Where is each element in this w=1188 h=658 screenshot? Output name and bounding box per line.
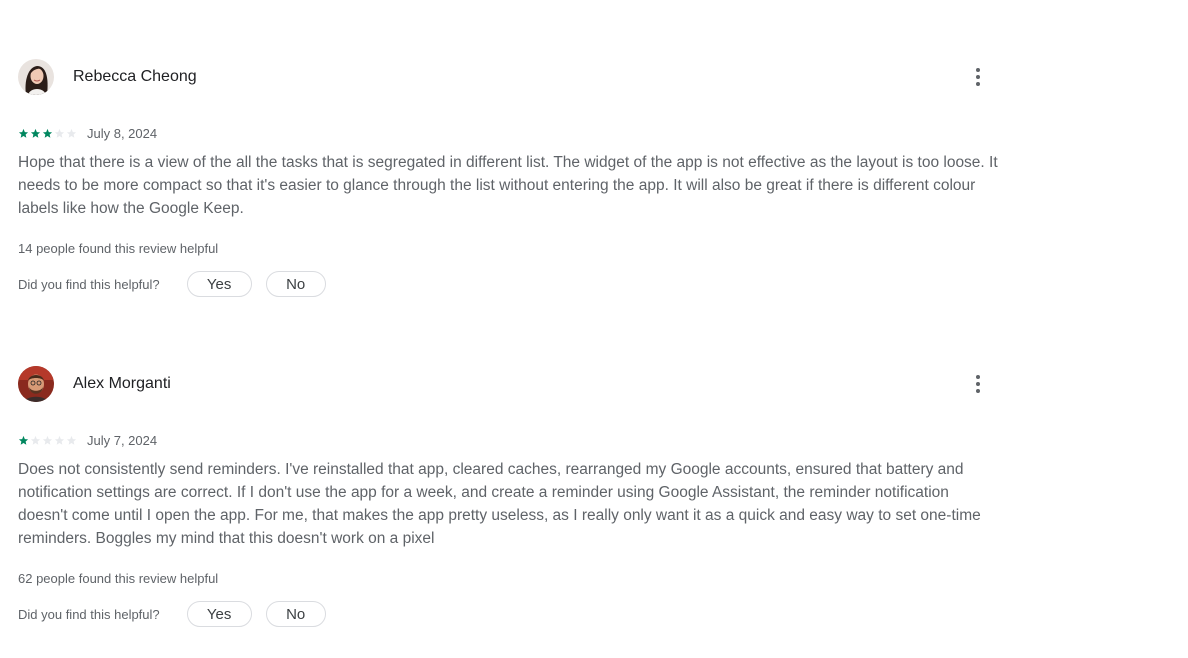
review-text: Hope that there is a view of the all the… [18, 154, 998, 217]
more-vert-icon [976, 68, 980, 86]
review-card: Rebecca Cheong July 8, 2024 Hope that th… [18, 58, 998, 298]
helpful-prompt: Did you find this helpful? [18, 276, 160, 292]
helpful-feedback: Did you find this helpful? Yes No [18, 270, 998, 298]
no-button[interactable]: No [265, 601, 326, 627]
star-empty-icon [54, 435, 65, 445]
star-rating [18, 128, 77, 139]
review-meta: July 8, 2024 [18, 125, 998, 141]
star-filled-icon [18, 128, 29, 138]
more-options-button[interactable] [968, 370, 988, 398]
more-options-button[interactable] [968, 63, 988, 91]
review-header: Rebecca Cheong [18, 58, 998, 96]
star-empty-icon [42, 435, 53, 445]
review-date: July 8, 2024 [87, 125, 158, 141]
review-header: Alex Morganti [18, 365, 998, 403]
star-empty-icon [30, 435, 41, 445]
avatar-image [18, 59, 54, 95]
review-date: July 7, 2024 [87, 432, 158, 448]
star-empty-icon [66, 128, 77, 138]
reviewer-name: Alex Morganti [73, 375, 171, 392]
avatar-image [18, 366, 54, 402]
yes-button[interactable]: Yes [186, 601, 252, 627]
star-filled-icon [18, 435, 29, 445]
star-empty-icon [54, 128, 65, 138]
more-vert-icon [976, 375, 980, 393]
no-button[interactable]: No [265, 271, 326, 297]
helpful-feedback: Did you find this helpful? Yes No [18, 600, 998, 628]
review-text: Does not consistently send reminders. I'… [18, 461, 981, 547]
review-card: Alex Morganti July 7, 2024 Does not cons… [18, 365, 998, 628]
star-filled-icon [30, 128, 41, 138]
yes-button[interactable]: Yes [186, 271, 252, 297]
star-empty-icon [66, 435, 77, 445]
helpful-count: 14 people found this review helpful [18, 241, 219, 256]
review-meta: July 7, 2024 [18, 432, 998, 448]
helpful-count: 62 people found this review helpful [18, 571, 219, 586]
star-filled-icon [42, 128, 53, 138]
avatar [18, 366, 54, 402]
helpful-prompt: Did you find this helpful? [18, 606, 160, 622]
star-rating [18, 435, 77, 446]
avatar [18, 59, 54, 95]
reviewer-name: Rebecca Cheong [73, 68, 197, 85]
